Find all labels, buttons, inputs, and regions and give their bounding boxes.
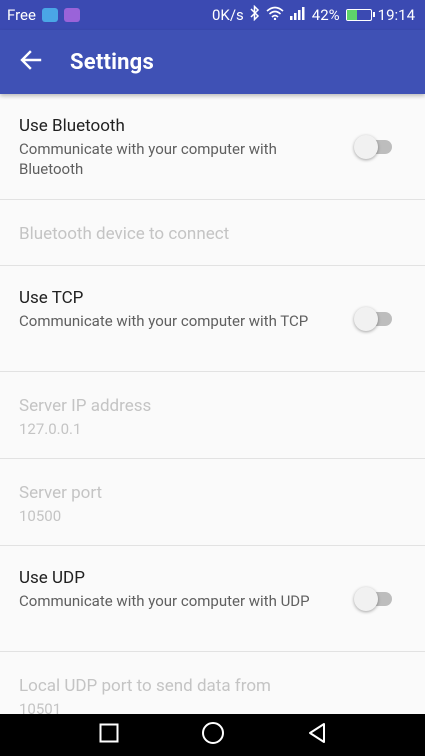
pref-use-tcp[interactable]: Use TCP Communicate with your computer w… xyxy=(0,266,425,372)
pref-summary: 127.0.0.1 xyxy=(19,420,82,438)
pref-title: Use Bluetooth xyxy=(19,116,125,136)
app-bar: Settings xyxy=(0,30,425,94)
pref-title: Bluetooth device to connect xyxy=(19,224,230,244)
navigation-bar xyxy=(0,714,425,756)
settings-list[interactable]: Use Bluetooth Communicate with your comp… xyxy=(0,94,425,714)
home-circle-icon xyxy=(201,721,225,749)
pref-title: Local UDP port to send data from xyxy=(19,676,271,696)
back-triangle-icon xyxy=(307,722,327,748)
pref-title: Use TCP xyxy=(19,288,84,308)
page-title: Settings xyxy=(70,49,154,75)
pref-summary: Communicate with your computer with TCP xyxy=(19,312,309,330)
pref-local-udp-port: Local UDP port to send data from 10501 xyxy=(0,652,425,714)
app-icon-blue xyxy=(41,8,58,22)
pref-summary: Communicate with your computer with Blue… xyxy=(19,140,277,178)
pref-summary: 10500 xyxy=(19,507,62,525)
nav-back-button[interactable] xyxy=(302,720,332,750)
pref-server-port: Server port 10500 xyxy=(0,459,425,546)
app-icon-purple xyxy=(63,8,80,22)
udp-switch[interactable] xyxy=(354,587,392,611)
back-button[interactable] xyxy=(0,30,62,94)
pref-title: Use UDP xyxy=(19,568,85,588)
battery-percent: 42% xyxy=(311,6,340,24)
pref-use-bluetooth[interactable]: Use Bluetooth Communicate with your comp… xyxy=(0,94,425,200)
pref-title: Server port xyxy=(19,483,103,503)
carrier-label: Free xyxy=(7,6,36,24)
pref-summary: Communicate with your computer with UDP xyxy=(19,592,310,610)
pref-bluetooth-device: Bluetooth device to connect xyxy=(0,200,425,266)
clock: 19:14 xyxy=(377,6,415,24)
bluetooth-switch[interactable] xyxy=(354,135,392,159)
battery-charging-icon xyxy=(345,9,375,21)
network-speed: 0K/s xyxy=(212,6,244,24)
signal-icon xyxy=(289,6,306,24)
pref-use-udp[interactable]: Use UDP Communicate with your computer w… xyxy=(0,546,425,652)
wifi-icon xyxy=(266,6,284,24)
bluetooth-icon xyxy=(250,4,260,25)
recents-square-icon xyxy=(99,723,119,747)
pref-title: Server IP address xyxy=(19,396,152,416)
tcp-switch[interactable] xyxy=(354,307,392,331)
status-bar: Free 0K/s 42% 19:14 xyxy=(0,0,425,30)
arrow-left-icon xyxy=(20,50,42,74)
pref-server-ip: Server IP address 127.0.0.1 xyxy=(0,372,425,459)
pref-summary: 10501 xyxy=(19,700,62,714)
recents-button[interactable] xyxy=(94,720,124,750)
home-button[interactable] xyxy=(198,720,228,750)
